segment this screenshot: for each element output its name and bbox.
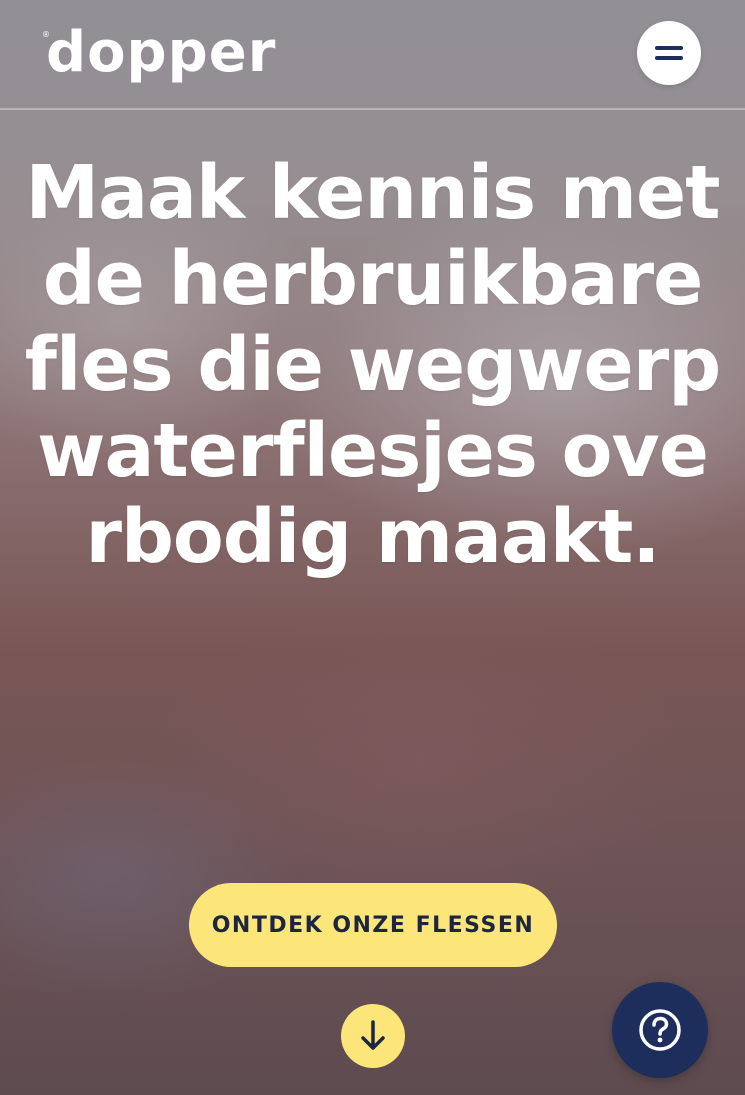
menu-button[interactable] [637, 21, 701, 85]
discover-bottles-button[interactable]: ONTDEK ONZE FLESSEN [189, 883, 557, 967]
question-mark-icon [639, 1009, 681, 1051]
help-button[interactable] [612, 982, 708, 1078]
logo-text: dopper [46, 20, 277, 85]
logo-registered-mark: ® [42, 30, 50, 39]
scroll-down-button[interactable] [341, 1004, 405, 1068]
arrow-down-icon [361, 1020, 385, 1050]
page: ® dopper Maak kennis met de herbruikbare… [0, 0, 745, 1095]
hamburger-menu-icon [655, 46, 683, 60]
site-header: ® dopper [0, 0, 745, 110]
dopper-logo[interactable]: ® dopper [42, 18, 277, 88]
hero-title: Maak kennis met de herbruikbare fles die… [24, 150, 721, 580]
